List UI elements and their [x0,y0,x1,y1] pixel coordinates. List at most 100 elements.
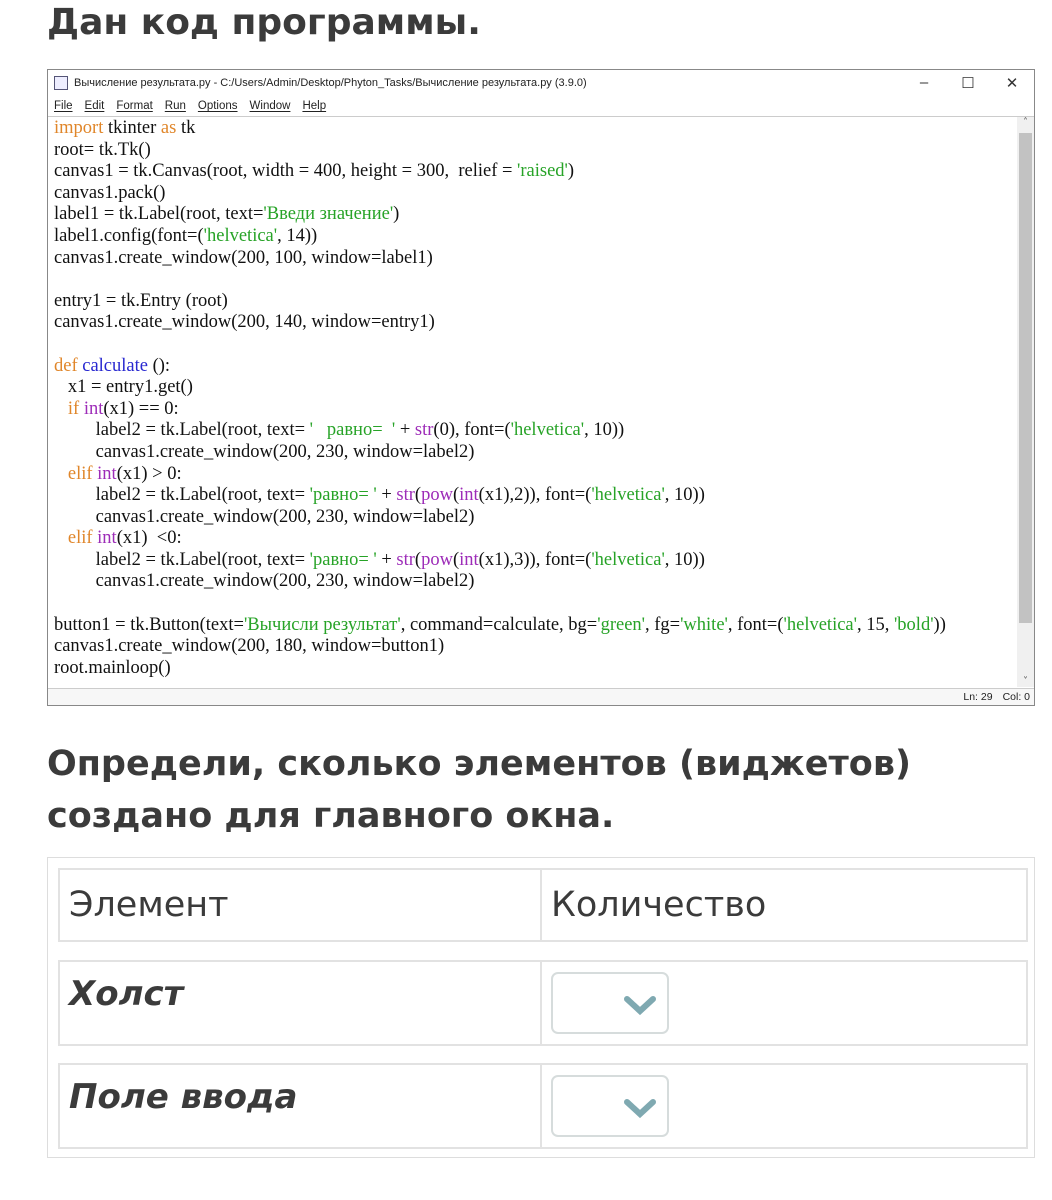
menu-edit[interactable]: Edit [85,100,105,112]
code-token: elif [67,528,93,549]
code-line: import tkinter as tk [54,118,1014,140]
header-element: Элемент [60,870,542,940]
code-token: (x1) <0: [116,528,182,549]
python-file-icon [54,76,68,90]
code-token: (0), font=( [433,420,511,441]
minimize-button[interactable]: – [902,74,946,92]
title-bar: Вычисление результата.py - C:/Users/Admi… [48,70,1034,96]
scrollbar-thumb[interactable] [1019,133,1032,623]
code-token: canvas1.create_window(200, 230, window=l… [54,441,475,462]
menu-file[interactable]: File [54,100,73,112]
code-token: canvas1.create_window(200, 100, window=l… [54,247,433,268]
scroll-down-icon[interactable]: ˅ [1017,676,1034,687]
code-token: (x1),2)), font=( [478,485,592,506]
row-answer-cell [542,1065,1026,1147]
idle-editor-window: Вычисление результата.py - C:/Users/Admi… [47,69,1035,706]
code-token: 'helvetica' [591,485,665,506]
code-line: label2 = tk.Label(root, text= ' равно= '… [54,420,1014,442]
code-line: label2 = tk.Label(root, text= 'равно= ' … [54,550,1014,572]
code-line: canvas1.create_window(200, 230, window=l… [54,507,1014,529]
menu-options[interactable]: Options [198,100,238,112]
window-title: Вычисление результата.py - C:/Users/Admi… [74,77,587,89]
code-token: + [376,549,397,570]
code-token: pow [421,485,453,506]
code-token: 'равно= ' [309,549,377,570]
code-token: ) [567,161,575,182]
code-token: label2 = tk.Label(root, text= [54,420,310,441]
code-line: button1 = tk.Button(text='Вычисли резуль… [54,615,1014,637]
row-answer-cell [542,962,1026,1044]
code-token: label2 = tk.Label(root, text= [54,549,310,570]
menu-help[interactable]: Help [302,100,326,112]
code-token: button1 = tk.Button(text= [54,614,244,635]
code-token: calculate [82,355,148,376]
code-token: str [396,485,415,506]
code-token: , 10)) [584,420,625,441]
line-number: Ln: 29 [963,691,993,703]
code-line: canvas1.create_window(200, 100, window=l… [54,248,1014,270]
code-token: , 10)) [664,549,705,570]
code-line: if int(x1) == 0: [54,399,1014,421]
code-line: root= tk.Tk() [54,140,1014,162]
code-token: ' равно= ' [309,420,396,441]
code-token: tk [176,118,196,138]
code-token: label2 = tk.Label(root, text= [54,485,310,506]
code-token: (x1),3)), font=( [478,549,592,570]
row-label: Холст [60,962,542,1044]
code-token: if [67,398,80,419]
menu-format[interactable]: Format [116,100,152,112]
code-line: canvas1.pack() [54,183,1014,205]
code-token: entry1 = tk.Entry (root) [54,290,228,311]
code-line: root.mainloop() [54,658,1014,680]
count-dropdown[interactable] [551,972,669,1034]
code-token: label1 = tk.Label(root, text= [54,204,264,225]
code-token: (): [147,355,171,376]
code-token: 'white' [680,614,728,635]
code-token: 'helvetica' [783,614,857,635]
code-line: elif int(x1) <0: [54,528,1014,550]
code-token: , fg= [644,614,681,635]
code-token: canvas1.create_window(200, 230, window=l… [54,506,475,527]
code-token: int [97,463,117,484]
code-line: canvas1.create_window(200, 180, window=b… [54,636,1014,658]
close-button[interactable]: ✕ [990,74,1034,92]
menu-window[interactable]: Window [250,100,291,112]
code-token: pow [421,549,453,570]
answer-table: Элемент Количество Холст Поле ввода [47,857,1035,1158]
maximize-button[interactable]: ☐ [946,74,990,92]
table-row: Холст [58,960,1028,1046]
menu-run[interactable]: Run [165,100,186,112]
code-token: , command=calculate, bg= [400,614,598,635]
code-token: 'Вычисли результат' [243,614,401,635]
page-heading: Дан код программы. [47,2,481,43]
code-token: int [459,485,479,506]
count-dropdown[interactable] [551,1075,669,1137]
code-line: x1 = entry1.get() [54,377,1014,399]
code-token: 'Введи значение' [263,204,394,225]
code-token: , font=( [727,614,784,635]
question-text: Определи, сколько элементов (виджетов) с… [47,744,911,836]
status-bar: Ln: 29 Col: 0 [48,688,1034,705]
code-editor[interactable]: import tkinter as tk root= tk.Tk() canvas1… [54,118,1014,679]
code-token: root= tk.Tk() [54,139,151,160]
menu-bar: File Edit Format Run Options Window Help [48,96,1034,117]
scroll-up-icon[interactable]: ˄ [1017,117,1034,128]
code-token: canvas1.create_window(200, 180, window=b… [54,636,445,657]
code-token: , 15, [856,614,894,635]
code-token: ) [393,204,400,225]
vertical-scrollbar[interactable]: ˄ ˅ [1017,117,1034,687]
code-line: label1 = tk.Label(root, text='Введи знач… [54,204,1014,226]
code-line: label1.config(font=('helvetica', 14)) [54,226,1014,248]
code-token: str [414,420,434,441]
code-token: int [83,398,104,419]
code-line: canvas1.create_window(200, 230, window=l… [54,442,1014,464]
code-token: + [395,420,415,441]
code-token: as [160,118,177,138]
code-token: 'helvetica' [591,549,665,570]
code-token: int [459,549,479,570]
row-label: Поле ввода [60,1065,542,1147]
code-token: 'равно= ' [309,485,377,506]
chevron-down-icon [624,996,656,1016]
